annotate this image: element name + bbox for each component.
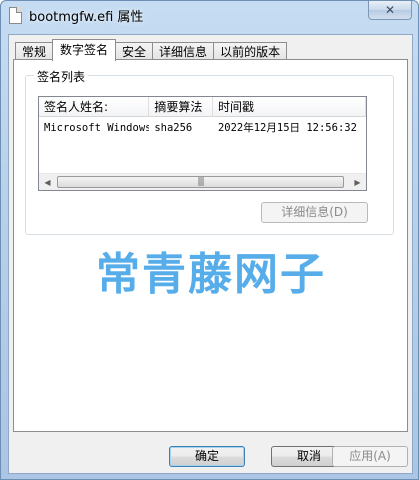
close-button[interactable]: ✕ (368, 1, 412, 20)
timestamp: 2022年12月15日 12:56:32 (217, 122, 357, 134)
horizontal-scrollbar[interactable]: ◀ ||| ▶ (39, 173, 366, 190)
ok-button[interactable]: 确定 (169, 446, 245, 467)
signature-list[interactable]: 签名人姓名: 摘要算法 时间戳 Microsoft Windows sha256… (38, 96, 367, 191)
dialog-client: 常规 数字签名 安全 详细信息 以前的版本 签名列表 签名人姓名: 摘要算法 时… (8, 34, 413, 474)
signer-name: Microsoft Windows (44, 122, 150, 134)
scroll-right-icon[interactable]: ▶ (349, 174, 366, 190)
list-header: 签名人姓名: 摘要算法 时间戳 (39, 97, 366, 117)
tab-digital-signatures[interactable]: 数字签名 (52, 39, 117, 61)
title-bar[interactable]: bootmgfw.efi 属性 ✕ (1, 1, 418, 33)
details-button[interactable]: 详细信息(D) (261, 202, 368, 223)
scrollbar-thumb[interactable]: ||| (57, 176, 344, 188)
scroll-left-icon[interactable]: ◀ (39, 174, 56, 190)
column-header-signer[interactable]: 签名人姓名: (39, 97, 150, 117)
list-item[interactable]: Microsoft Windows sha256 2022年12月15日 12:… (39, 119, 366, 137)
group-label: 签名列表 (34, 68, 89, 85)
tab-strip: 常规 数字签名 安全 详细信息 以前的版本 (15, 39, 288, 61)
properties-window: bootmgfw.efi 属性 ✕ 常规 数字签名 安全 详细信息 以前的版本 … (0, 0, 419, 480)
signature-list-group: 签名列表 签名人姓名: 摘要算法 时间戳 Microsoft Windows s… (25, 68, 394, 235)
window-title: bootmgfw.efi 属性 (29, 10, 144, 25)
column-header-algorithm[interactable]: 摘要算法 (149, 97, 213, 117)
digest-algorithm: sha256 (154, 122, 193, 134)
apply-button[interactable]: 应用(A) (332, 446, 408, 467)
column-header-timestamp[interactable]: 时间戳 (213, 97, 366, 117)
watermark-text: 常青藤网子 (96, 249, 326, 300)
close-icon: ✕ (384, 3, 396, 17)
file-icon (9, 7, 22, 24)
digital-signatures-page: 签名列表 签名人姓名: 摘要算法 时间戳 Microsoft Windows s… (13, 59, 408, 432)
